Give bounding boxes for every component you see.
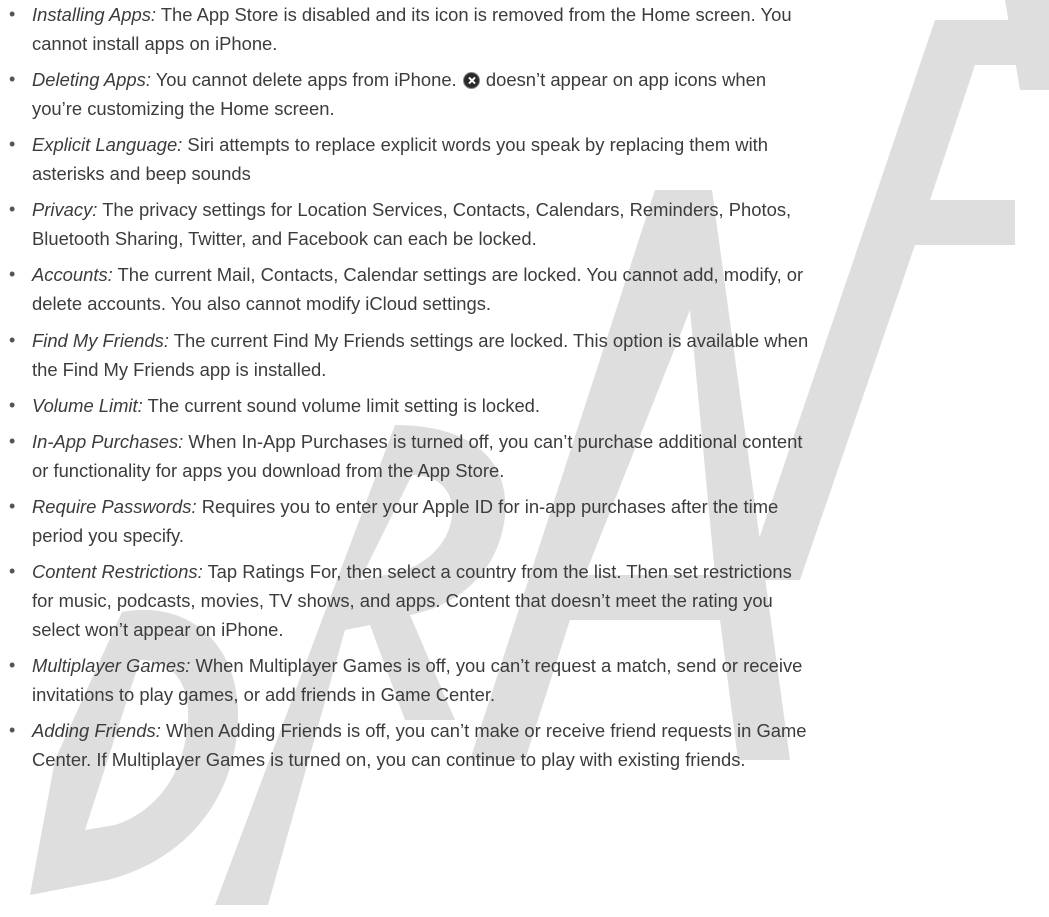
bullet-glyph: • [9,69,16,89]
bullet-glyph: • [9,199,16,219]
item-term: Explicit Language: [32,134,183,155]
item-description-line: the Find My Friends app is installed. [32,359,327,380]
bullet-glyph: • [9,4,16,24]
item-term: Volume Limit: [32,395,143,416]
item-description-line: The privacy settings for Location Servic… [102,199,792,220]
item-description-line: for music, podcasts, movies, TV shows, a… [32,590,773,611]
list-item-text: Require Passwords: Requires you to enter… [32,492,1044,550]
item-description-line: doesn’t appear on app icons when [485,69,767,90]
item-description-line: Requires you to enter your Apple ID for … [201,496,779,517]
item-description-line: When In-App Purchases is turned off, you… [188,431,803,452]
bullet-glyph: • [9,431,16,451]
item-description-line: You cannot delete apps from iPhone. [155,69,457,90]
item-term: Deleting Apps: [32,69,151,90]
list-item-text: Privacy: The privacy settings for Locati… [32,195,1044,253]
bullet-glyph: • [9,264,16,284]
list-item-text: Accounts: The current Mail, Contacts, Ca… [32,260,1044,318]
item-term: Privacy: [32,199,98,220]
item-description-line: invitations to play games, or add friend… [32,684,496,705]
item-description-line: cannot install apps on iPhone. [32,33,278,54]
list-item-text: Content Restrictions: Tap Ratings For, t… [32,557,1044,644]
list-item-text: Deleting Apps: You cannot delete apps fr… [32,65,1044,123]
list-item-text: Adding Friends: When Adding Friends is o… [32,716,1044,774]
item-description-line: Center. If Multiplayer Games is turned o… [32,749,746,770]
item-description-line: The current Mail, Contacts, Calendar set… [117,264,804,285]
item-term: Adding Friends: [32,720,161,741]
item-description-line: Bluetooth Sharing, Twitter, and Facebook… [32,228,537,249]
bullet-glyph: • [9,330,16,350]
list-item-text: Find My Friends: The current Find My Fri… [32,326,1044,384]
item-description-line: The current Find My Friends settings are… [173,330,809,351]
bullet-glyph: • [9,720,16,740]
item-description-line: delete accounts. You also cannot modify … [32,293,492,314]
bullet-glyph: • [9,395,16,415]
list-item-text: In-App Purchases: When In-App Purchases … [32,427,1044,485]
item-description-line: period you specify. [32,525,184,546]
list-item-text: Explicit Language: Siri attempts to repl… [32,130,1044,188]
item-term: Accounts: [32,264,113,285]
item-description-line: When Multiplayer Games is off, you can’t… [195,655,803,676]
item-description-line: Siri attempts to replace explicit words … [187,134,769,155]
item-description-line: Tap Ratings For, then select a country f… [207,561,792,582]
delete-badge-icon [462,72,480,89]
bullet-glyph: • [9,496,16,516]
item-description-line: or functionality for apps you download f… [32,460,505,481]
bullet-glyph: • [9,655,16,675]
item-term: Require Passwords: [32,496,197,517]
item-term: Multiplayer Games: [32,655,191,676]
list-item-text: Multiplayer Games: When Multiplayer Game… [32,651,1044,709]
item-description-line: you’re customizing the Home screen. [32,98,335,119]
list-item-text: Installing Apps: The App Store is disabl… [32,0,1044,58]
item-description-line: select won’t appear on iPhone. [32,619,284,640]
item-description-line: asterisks and beep sounds [32,163,251,184]
bullet-glyph: • [9,134,16,154]
item-description-line: The App Store is disabled and its icon i… [160,4,792,25]
item-term: In-App Purchases: [32,431,184,452]
bullet-glyph: • [9,561,16,581]
item-term: Content Restrictions: [32,561,203,582]
item-term: Find My Friends: [32,330,169,351]
item-term: Installing Apps: [32,4,157,25]
item-description-line: The current sound volume limit setting i… [147,395,541,416]
item-description-line: When Adding Friends is off, you can’t ma… [165,720,807,741]
list-item-text: Volume Limit: The current sound volume l… [32,391,1044,420]
